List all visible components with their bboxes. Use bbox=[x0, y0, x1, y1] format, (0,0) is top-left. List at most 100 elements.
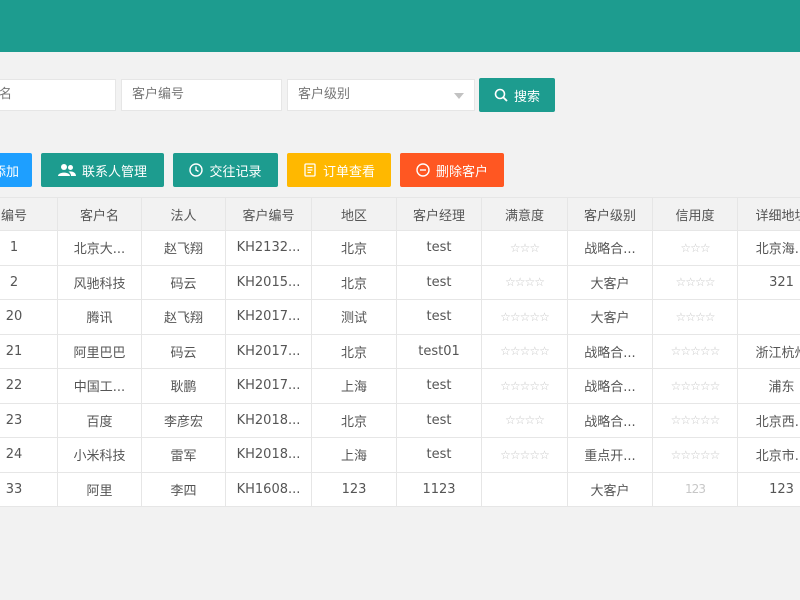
chevron-down-icon bbox=[454, 93, 464, 99]
minus-circle-icon bbox=[416, 163, 430, 177]
table-cell: ☆☆☆☆☆ bbox=[652, 402, 738, 438]
table-cell: 李四 bbox=[141, 471, 226, 507]
contacts-manage-label: 联系人管理 bbox=[81, 164, 147, 180]
table-cell: ☆☆☆☆☆ bbox=[481, 437, 568, 473]
table-cell: 耿鹏 bbox=[141, 368, 226, 404]
table-cell: ☆☆☆☆ bbox=[652, 299, 738, 335]
table-cell: ☆☆☆☆ bbox=[481, 402, 568, 438]
customer-table: 编号客户名法人客户编号地区客户经理满意度客户级别信用度详细地址 1北京大...赵… bbox=[0, 197, 800, 507]
interaction-records-label: 交往记录 bbox=[209, 164, 262, 180]
table-row[interactable]: 1 北京大... 赵飞翔 KH2132... 北京 test ☆☆☆ 战略合... ☆☆☆ 北京海… bbox=[0, 230, 800, 266]
clock-icon bbox=[189, 163, 204, 177]
table-cell: 北京西... bbox=[737, 402, 800, 438]
table-cell: KH2132... bbox=[225, 230, 312, 266]
delete-customer-button[interactable]: 删除客户 bbox=[400, 153, 504, 187]
table-row[interactable]: 24 小米科技 雷军 KH2018... 上海 test ☆☆☆☆☆ 重点开... ☆☆☆☆☆ 北… bbox=[0, 437, 800, 473]
column-header: 地区 bbox=[311, 197, 397, 231]
table-cell: 北京大... bbox=[57, 230, 142, 266]
table-row[interactable]: 21 阿里巴巴 码云 KH2017... 北京 test01 ☆☆☆☆☆ 战略合... ☆☆☆☆… bbox=[0, 333, 800, 369]
table-cell: test bbox=[396, 264, 482, 300]
view-orders-button[interactable]: 订单查看 bbox=[287, 153, 391, 187]
delete-customer-label: 删除客户 bbox=[435, 164, 488, 180]
view-orders-label: 订单查看 bbox=[322, 164, 375, 180]
column-header: 满意度 bbox=[481, 197, 568, 231]
table-cell: 上海 bbox=[311, 368, 397, 404]
table-cell: 码云 bbox=[141, 264, 226, 300]
table-cell: 22 bbox=[0, 368, 58, 404]
table-cell: 百度 bbox=[57, 402, 142, 438]
table-cell: 20 bbox=[0, 299, 58, 335]
table-cell: 阿里 bbox=[57, 471, 142, 507]
table-cell: ☆☆☆ bbox=[481, 230, 568, 266]
table-cell: ☆☆☆☆☆ bbox=[481, 299, 568, 335]
add-button-label: 添加 bbox=[0, 164, 19, 180]
table-row[interactable]: 22 中国工... 耿鹏 KH2017... 上海 test ☆☆☆☆☆ 战略合... ☆☆☆☆… bbox=[0, 368, 800, 404]
table-cell: 赵飞翔 bbox=[141, 299, 226, 335]
customer-level-placeholder: 客户级别 bbox=[298, 87, 351, 102]
table-row[interactable]: 2 风驰科技 码云 KH2015... 北京 test ☆☆☆☆ 大客户 ☆☆☆☆ 321 bbox=[0, 264, 800, 300]
customer-level-select[interactable]: 客户级别 bbox=[287, 79, 475, 111]
table-cell: 重点开... bbox=[567, 437, 653, 473]
table-cell: ☆☆☆☆☆ bbox=[481, 368, 568, 404]
table-cell: 33 bbox=[0, 471, 58, 507]
table-cell: 北京 bbox=[311, 264, 397, 300]
table-cell: 1123 bbox=[396, 471, 482, 507]
table-cell: 测试 bbox=[311, 299, 397, 335]
search-button[interactable]: 搜索 bbox=[479, 78, 555, 112]
table-cell: ☆☆☆☆☆ bbox=[652, 368, 738, 404]
table-cell bbox=[737, 299, 800, 335]
table-cell: 浦东 bbox=[737, 368, 800, 404]
table-cell: 2 bbox=[0, 264, 58, 300]
column-header: 信用度 bbox=[652, 197, 738, 231]
column-header: 详细地址 bbox=[737, 197, 800, 231]
table-row[interactable]: 23 百度 李彦宏 KH2018... 北京 test ☆☆☆☆ 战略合... ☆☆☆☆☆ 北京西… bbox=[0, 402, 800, 438]
search-button-label: 搜索 bbox=[513, 89, 540, 105]
table-cell: 123 bbox=[737, 471, 800, 507]
add-button[interactable]: 添加 bbox=[0, 153, 32, 187]
table-cell: 风驰科技 bbox=[57, 264, 142, 300]
table-cell: ☆☆☆ bbox=[652, 230, 738, 266]
table-cell: 小米科技 bbox=[57, 437, 142, 473]
table-cell: test bbox=[396, 368, 482, 404]
table-cell: 大客户 bbox=[567, 299, 653, 335]
table-cell: 北京 bbox=[311, 230, 397, 266]
table-cell: test01 bbox=[396, 333, 482, 369]
column-header: 编号 bbox=[0, 197, 58, 231]
table-cell: 战略合... bbox=[567, 230, 653, 266]
users-icon bbox=[57, 164, 76, 176]
table-cell: 北京 bbox=[311, 402, 397, 438]
table-cell: test bbox=[396, 230, 482, 266]
table-cell: test bbox=[396, 437, 482, 473]
table-cell: 浙江杭州 bbox=[737, 333, 800, 369]
table-cell: 北京 bbox=[311, 333, 397, 369]
table-cell: KH2018... bbox=[225, 437, 312, 473]
table-cell: 1 bbox=[0, 230, 58, 266]
table-cell: KH2017... bbox=[225, 368, 312, 404]
table-cell: 大客户 bbox=[567, 471, 653, 507]
contacts-manage-button[interactable]: 联系人管理 bbox=[41, 153, 164, 187]
table-cell bbox=[481, 471, 568, 507]
customer-name-input[interactable]: 名 bbox=[0, 79, 116, 111]
table-row[interactable]: 33 阿里 李四 KH1608... 123 1123 大客户 123 123 bbox=[0, 471, 800, 507]
table-cell: 24 bbox=[0, 437, 58, 473]
column-header: 客户编号 bbox=[225, 197, 312, 231]
column-header: 客户名 bbox=[57, 197, 142, 231]
table-cell: KH2018... bbox=[225, 402, 312, 438]
table-cell: 赵飞翔 bbox=[141, 230, 226, 266]
table-cell: test bbox=[396, 402, 482, 438]
search-icon bbox=[494, 88, 508, 102]
table-body: 1 北京大... 赵飞翔 KH2132... 北京 test ☆☆☆ 战略合... ☆☆☆ 北京海… bbox=[0, 230, 800, 507]
table-row[interactable]: 20 腾讯 赵飞翔 KH2017... 测试 test ☆☆☆☆☆ 大客户 ☆☆☆☆ bbox=[0, 299, 800, 335]
table-cell: 321 bbox=[737, 264, 800, 300]
table-cell: KH1608... bbox=[225, 471, 312, 507]
top-header-bar bbox=[0, 0, 800, 52]
table-cell: 上海 bbox=[311, 437, 397, 473]
customer-number-input[interactable]: 客户编号 bbox=[121, 79, 282, 111]
interaction-records-button[interactable]: 交往记录 bbox=[173, 153, 278, 187]
table-cell: ☆☆☆☆☆ bbox=[652, 437, 738, 473]
table-cell: KH2015... bbox=[225, 264, 312, 300]
document-icon bbox=[304, 163, 316, 177]
table-cell: 23 bbox=[0, 402, 58, 438]
table-cell: 大客户 bbox=[567, 264, 653, 300]
table-cell: ☆☆☆☆ bbox=[481, 264, 568, 300]
